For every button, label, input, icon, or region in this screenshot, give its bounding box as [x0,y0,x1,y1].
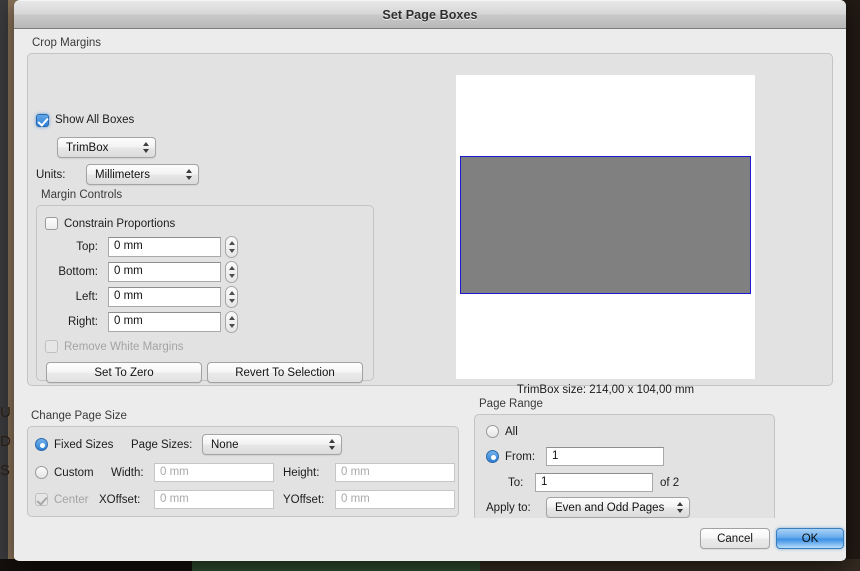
dialog-titlebar[interactable]: Set Page Boxes [14,0,846,29]
set-to-zero-button[interactable]: Set To Zero [46,362,202,383]
from-page-radio[interactable] [486,450,499,463]
ok-button[interactable]: OK [776,528,844,549]
width-input[interactable]: 0 mm [154,463,274,482]
show-all-boxes-checkbox[interactable] [36,114,49,127]
right-margin-label: Right: [67,316,98,328]
box-type-popup[interactable]: TrimBox [57,137,156,158]
change-page-size-group-label: Change Page Size [31,410,127,422]
fixed-sizes-radio[interactable] [35,438,48,451]
updown-arrows-icon [673,498,689,517]
bottom-margin-stepper[interactable] [225,261,238,283]
revert-to-selection-button[interactable]: Revert To Selection [207,362,363,383]
center-label: Center [54,494,89,506]
bottom-margin-input[interactable]: 0 mm [108,262,221,282]
trimbox-overlay [460,156,751,294]
fixed-sizes-label: Fixed Sizes [54,439,114,451]
desktop-dark-edge [0,0,8,571]
dialog-footer: Cancel OK [14,518,846,560]
height-label: Height: [283,467,320,479]
width-label: Width: [111,467,144,479]
dialog-title: Set Page Boxes [382,7,478,22]
updown-arrows-icon [182,165,198,184]
page-sizes-label: Page Sizes: [131,439,193,451]
constrain-proportions-label: Constrain Proportions [64,218,176,230]
page-preview [456,75,755,379]
from-page-input[interactable]: 1 [546,447,664,466]
height-input[interactable]: 0 mm [335,463,455,482]
top-margin-input[interactable]: 0 mm [108,237,221,257]
xoffset-input[interactable]: 0 mm [154,490,274,509]
page-range-group-label: Page Range [479,398,543,410]
units-label: Units: [36,169,66,181]
left-margin-stepper[interactable] [225,286,238,308]
to-label: To: [508,477,524,489]
remove-white-margins-label: Remove White Margins [64,341,184,353]
units-popup[interactable]: Millimeters [86,164,199,185]
from-label: From: [505,451,536,463]
all-pages-label: All [505,426,518,438]
updown-arrows-icon [325,435,341,454]
top-margin-label: Top: [76,241,98,253]
constrain-proportions-checkbox[interactable] [45,217,58,230]
updown-arrows-icon [139,138,155,157]
top-margin-stepper[interactable] [225,236,238,258]
total-pages-label: of 2 [660,477,680,489]
center-checkbox [35,493,48,506]
crop-margins-group-label: Crop Margins [32,37,102,49]
page-sizes-popup-value: None [211,438,239,451]
xoffset-label: XOffset: [99,494,141,506]
cancel-button[interactable]: Cancel [700,528,770,549]
right-margin-stepper[interactable] [225,311,238,333]
show-all-boxes-label: Show All Boxes [55,114,135,126]
yoffset-input[interactable]: 0 mm [335,490,455,509]
margin-controls-group-label: Margin Controls [41,189,123,201]
set-page-boxes-dialog: Set Page Boxes Crop Margins Show All Box… [14,0,846,561]
apply-to-popup-value: Even and Odd Pages [555,501,665,514]
left-margin-input[interactable]: 0 mm [108,287,221,307]
apply-to-label: Apply to: [486,502,531,514]
to-page-input[interactable]: 1 [535,473,653,492]
dialog-content: Crop Margins Show All Boxes TrimBox Unit… [14,29,846,560]
trimbox-size-caption: TrimBox size: 214,00 x 104,00 mm [516,384,695,396]
units-popup-value: Millimeters [95,168,150,181]
right-margin-input[interactable]: 0 mm [108,312,221,332]
bottom-margin-label: Bottom: [58,266,98,278]
page-sizes-popup[interactable]: None [202,434,342,455]
yoffset-label: YOffset: [283,494,325,506]
all-pages-radio[interactable] [486,425,499,438]
remove-white-margins-checkbox [45,340,58,353]
custom-label: Custom [54,467,94,479]
left-margin-label: Left: [75,291,98,303]
box-type-popup-value: TrimBox [66,141,109,154]
apply-to-popup[interactable]: Even and Odd Pages [546,497,690,518]
custom-radio[interactable] [35,466,48,479]
